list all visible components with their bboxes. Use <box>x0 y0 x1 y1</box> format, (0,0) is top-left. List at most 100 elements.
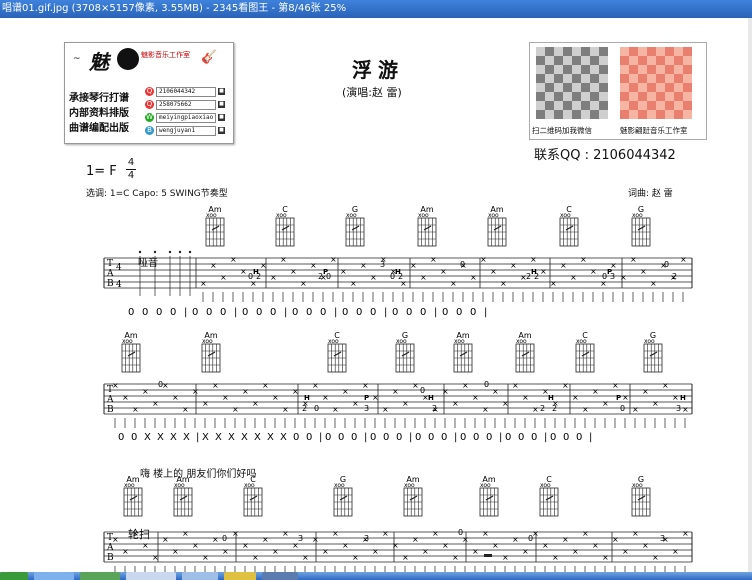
rhythm-barline: | <box>334 307 337 318</box>
strum-x-mark: × <box>372 393 379 402</box>
studio-business-card: ~ 魅 魅影音乐工作室 🎸 承接琴行打谱 内部资料排版 曲谱编配出版 Q 210… <box>64 42 234 144</box>
strum-x-mark: × <box>280 255 287 264</box>
lyricist-composer: 词曲: 赵 雷 <box>628 189 673 199</box>
strum-x-mark: × <box>212 535 219 544</box>
rhythm-digit: 0 <box>142 307 148 318</box>
rhythm-digit: 0 <box>293 432 299 443</box>
strum-x-mark: × <box>172 393 179 402</box>
qq-icon: Q <box>145 100 154 109</box>
strum-x-mark: × <box>330 255 337 264</box>
fret-number: 3 <box>298 534 303 543</box>
fret-number: 3 <box>676 404 681 413</box>
strum-x-mark: × <box>662 381 669 390</box>
strum-x-mark: × <box>442 541 449 550</box>
taskbar-app-button[interactable] <box>262 572 298 580</box>
strum-x-mark: × <box>402 553 409 562</box>
fret-number: 0 <box>528 534 533 543</box>
strum-x-mark: × <box>652 399 659 408</box>
fret-number: 3 <box>660 534 665 543</box>
fret-number: 0 <box>314 404 319 413</box>
strum-x-mark: × <box>142 541 149 550</box>
strum-x-mark: × <box>612 381 619 390</box>
qr-caption-right: 魅影翩跹音乐工作室 <box>620 126 688 135</box>
contact-value: 258075662 <box>156 99 216 110</box>
qr-code-panel: 扫二维码加我微信 魅影翩跹音乐工作室 <box>529 42 707 140</box>
strum-x-mark: × <box>260 261 267 270</box>
rhythm-digit: 0 <box>531 432 537 443</box>
taskbar-app-button[interactable] <box>182 572 218 580</box>
lyrics-line: 嗨 楼上的 朋友们你们好吗 <box>140 469 257 480</box>
rhythm-digit: 0 <box>473 432 479 443</box>
rhythm-digit: 0 <box>396 432 402 443</box>
strum-x-mark: × <box>472 393 479 402</box>
tab-clef-letter: A <box>106 543 114 553</box>
rhythm-digit: 0 <box>156 307 162 318</box>
strum-x-mark: × <box>512 381 519 390</box>
strum-x-mark: × <box>220 273 227 282</box>
strum-x-mark: × <box>582 529 589 538</box>
image-viewport[interactable]: Am xoo Cxoo Gxoo Am xoo Am xoo Cxoo Gxoo T A B 4 4 × × × ×… <box>0 18 748 572</box>
time-signature-digit: 4 <box>116 280 122 290</box>
strum-x-mark: × <box>252 553 259 562</box>
rhythm-digit: 0 <box>518 432 524 443</box>
strum-x-mark: × <box>392 541 399 550</box>
staccato-dot <box>178 250 182 254</box>
tab-clef-letter: A <box>106 269 114 279</box>
taskbar <box>0 572 752 580</box>
fret-number: 0 <box>420 386 425 395</box>
strum-x-mark: × <box>142 387 149 396</box>
strum-x-mark: × <box>382 405 389 414</box>
strum-x-mark: × <box>412 535 419 544</box>
rhythm-barline: | <box>184 307 187 318</box>
strum-x-mark: × <box>270 273 277 282</box>
strum-x-mark: × <box>420 273 427 282</box>
strum-x-mark: × <box>342 387 349 396</box>
rhythm-digit: X <box>144 432 151 443</box>
window-title-bar[interactable]: 唱谱01.gif.jpg (3708×5157像素, 3.55MB) - 234… <box>0 0 752 18</box>
qq-icon: Q <box>145 87 154 96</box>
strum-x-mark: × <box>622 393 629 402</box>
rhythm-digit: 0 <box>563 432 569 443</box>
rhythm-digit: 0 <box>320 307 326 318</box>
strum-x-mark: × <box>272 393 279 402</box>
logo-flourish: ~ <box>73 54 81 64</box>
strum-x-mark: × <box>630 255 637 264</box>
strum-x-mark: × <box>602 553 609 562</box>
rest-mark <box>484 554 492 557</box>
time-signature-top: 4 <box>127 157 135 168</box>
strum-x-mark: × <box>372 547 379 556</box>
tuning-capo-info: 选调: 1=C Capo: 5 SWING节奏型 <box>86 189 228 199</box>
rhythm-digit: 0 <box>576 432 582 443</box>
rhythm-digit: 0 <box>383 432 389 443</box>
logo-emblem-icon <box>117 48 139 70</box>
rhythm-barline: | <box>319 432 322 443</box>
rhythm-digit: 0 <box>442 307 448 318</box>
technique-mark: H <box>428 394 434 402</box>
rhythm-digit: 0 <box>118 432 124 443</box>
strum-x-mark: × <box>472 547 479 556</box>
rhythm-barline: | <box>434 307 437 318</box>
start-button[interactable] <box>0 572 28 580</box>
strum-x-mark: × <box>272 547 279 556</box>
rhythm-digit: X <box>241 432 248 443</box>
taskbar-app-button[interactable] <box>126 572 176 580</box>
strum-x-mark: × <box>332 529 339 538</box>
time-signature-digit: 4 <box>116 263 122 273</box>
taskbar-app-button[interactable] <box>224 572 256 580</box>
taskbar-app-button[interactable] <box>80 572 120 580</box>
contact-value: meiyingpiaoxiao <box>156 112 216 123</box>
rhythm-digit: X <box>202 432 209 443</box>
strum-x-mark: × <box>592 387 599 396</box>
rhythm-digit: 0 <box>550 432 556 443</box>
rhythm-digit: X <box>228 432 235 443</box>
taskbar-app-button[interactable] <box>34 572 74 580</box>
vertical-scrollbar[interactable] <box>748 18 752 572</box>
fret-number: 2 <box>302 404 307 413</box>
strum-annotation: 轮扫 <box>128 528 150 541</box>
strum-x-mark: × <box>402 399 409 408</box>
strum-x-mark: × <box>480 255 487 264</box>
technique-mark: P <box>616 394 621 402</box>
rhythm-barline: | <box>544 432 547 443</box>
strum-x-mark: × <box>370 273 377 282</box>
strum-x-mark: × <box>560 261 567 270</box>
